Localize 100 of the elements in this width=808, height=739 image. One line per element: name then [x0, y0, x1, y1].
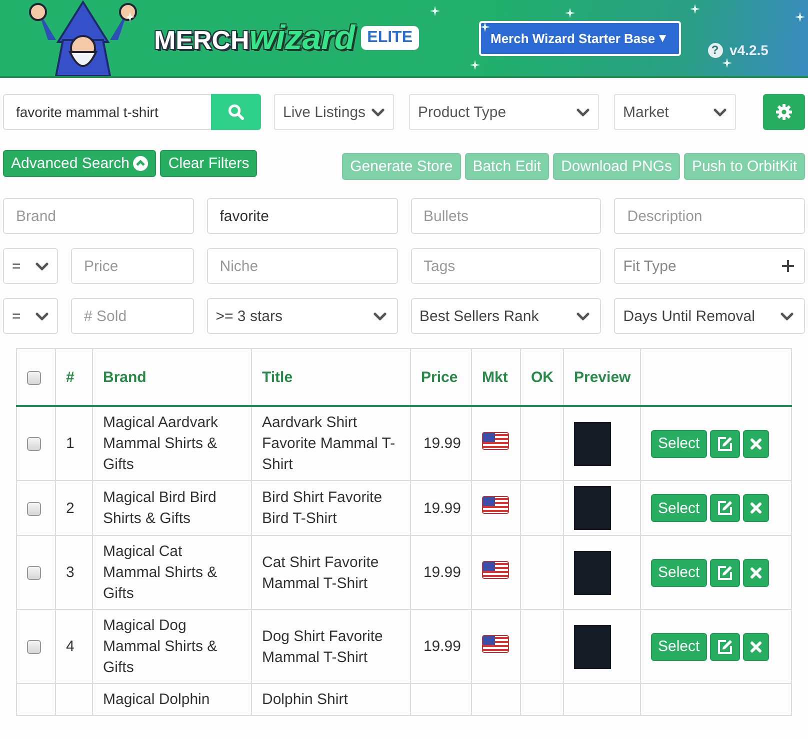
table-cell: Magical Dog Mammal Shirts & Gifts	[92, 610, 252, 684]
sparkle-icon	[795, 12, 805, 22]
checkbox[interactable]	[27, 370, 41, 385]
sparkle-icon	[125, 12, 135, 22]
operator-dropdown[interactable]: =	[3, 248, 58, 284]
chevron-down-icon	[713, 106, 727, 118]
table-cell: 2	[56, 480, 92, 536]
column-header: Title	[252, 348, 410, 406]
table-cell: Aardvark Shirt Favorite Mammal T-Shirt	[252, 406, 410, 480]
input-field[interactable]: Brand	[3, 198, 194, 234]
shirt-preview-image	[574, 624, 611, 668]
sparkle-icon	[690, 4, 700, 14]
us-flag-icon	[482, 560, 509, 578]
us-flag-icon	[482, 496, 509, 514]
edit-icon	[716, 564, 733, 580]
delete-button[interactable]	[742, 558, 769, 586]
us-flag-icon	[482, 432, 509, 450]
edit-button[interactable]	[710, 430, 740, 458]
column-header: OK	[520, 348, 564, 406]
shirt-preview-image	[574, 422, 611, 466]
sparkle-icon	[470, 60, 480, 70]
settings-icon	[776, 104, 792, 120]
dropdown[interactable]: Market	[614, 94, 736, 130]
close-icon	[750, 438, 762, 450]
edit-button[interactable]	[710, 494, 740, 522]
chevron-down-icon	[35, 310, 49, 322]
sparkle-icon	[480, 22, 490, 32]
close-icon	[750, 640, 762, 652]
sparkle-icon	[565, 8, 575, 18]
search-field[interactable]: favorite mammal t-shirt	[3, 94, 211, 130]
close-icon	[750, 502, 762, 514]
table-cell: 19.99	[410, 536, 472, 610]
table-cell: 3	[56, 536, 92, 610]
chevron-down-icon	[372, 310, 386, 322]
plus-icon	[782, 260, 794, 272]
edit-button[interactable]	[710, 632, 740, 660]
select-button[interactable]: Select	[651, 430, 707, 458]
action-button[interactable]: Clear Filters	[160, 150, 258, 177]
table-cell: 4	[56, 610, 92, 684]
sparkle-icon	[430, 6, 440, 16]
sparkle-icon	[722, 58, 732, 68]
table-cell: 19.99	[410, 406, 472, 480]
search-button[interactable]	[211, 94, 261, 130]
logo: MERCHwizard	[154, 18, 356, 58]
column-header: Brand	[92, 348, 252, 406]
checkbox[interactable]	[27, 437, 41, 452]
edit-icon	[716, 500, 733, 516]
select-button[interactable]: Select	[651, 632, 707, 660]
edit-icon	[716, 638, 733, 654]
dropdown[interactable]: Product Type	[409, 94, 599, 130]
input-field[interactable]: Price	[71, 248, 194, 284]
table-cell: 19.99	[410, 480, 472, 536]
column-header: Price	[410, 348, 472, 406]
chevron-down-icon	[576, 106, 590, 118]
select-button[interactable]: Select	[651, 494, 707, 522]
delete-button[interactable]	[742, 632, 769, 660]
table-cell: Dog Shirt Favorite Mammal T-Shirt	[252, 610, 410, 684]
edit-button[interactable]	[710, 558, 740, 586]
help-icon[interactable]: ?	[708, 42, 722, 58]
checkbox[interactable]	[27, 566, 41, 580]
edit-icon	[716, 436, 733, 452]
table-cell: Magical Aardvark Mammal Shirts & Gifts	[92, 406, 252, 480]
settings-button[interactable]	[763, 94, 805, 130]
column-header: #	[56, 348, 92, 406]
select-button[interactable]: Select	[651, 558, 707, 586]
chevron-down-icon	[780, 310, 794, 322]
dropdown[interactable]: Days Until Removal	[614, 298, 805, 334]
input-field[interactable]: Niche	[206, 248, 398, 284]
table-cell: 1	[56, 406, 92, 480]
us-flag-icon	[482, 634, 509, 652]
checkbox[interactable]	[27, 502, 41, 516]
dropdown[interactable]: Live Listings	[274, 94, 394, 130]
operator-dropdown[interactable]: =	[3, 298, 58, 334]
delete-button[interactable]	[742, 494, 769, 522]
table-cell: Magical Bird Bird Shirts & Gifts	[92, 480, 252, 536]
column-header: Mkt	[472, 348, 520, 406]
input-field[interactable]: Bullets	[410, 198, 602, 234]
multiselect-field[interactable]: Fit Type	[614, 248, 805, 284]
table-cell: Magical Dolphin	[92, 684, 252, 716]
chevron-up-icon	[133, 156, 148, 171]
close-icon	[750, 566, 762, 578]
table-cell: Dolphin Shirt	[252, 684, 410, 716]
chevron-down-icon	[35, 260, 49, 272]
input-field[interactable]: # Sold	[71, 298, 194, 334]
input-field[interactable]: Description	[614, 198, 805, 234]
action-button[interactable]: Advanced Search	[3, 150, 156, 177]
dropdown[interactable]: >= 3 stars	[206, 298, 398, 334]
shirt-preview-image	[574, 486, 611, 530]
shirt-preview-image	[574, 550, 611, 594]
chevron-down-icon	[576, 310, 590, 322]
table-cell: Cat Shirt Favorite Mammal T-Shirt	[252, 536, 410, 610]
search-icon	[228, 104, 244, 120]
input-field[interactable]: favorite	[206, 198, 398, 234]
delete-button[interactable]	[742, 430, 769, 458]
elite-badge: ELITE	[361, 26, 418, 50]
base-selector[interactable]: Merch Wizard Starter Base▼	[478, 20, 680, 56]
version-label: v4.2.5	[730, 42, 768, 58]
input-field[interactable]: Tags	[410, 248, 602, 284]
dropdown[interactable]: Best Sellers Rank	[410, 298, 602, 334]
checkbox[interactable]	[27, 640, 41, 654]
